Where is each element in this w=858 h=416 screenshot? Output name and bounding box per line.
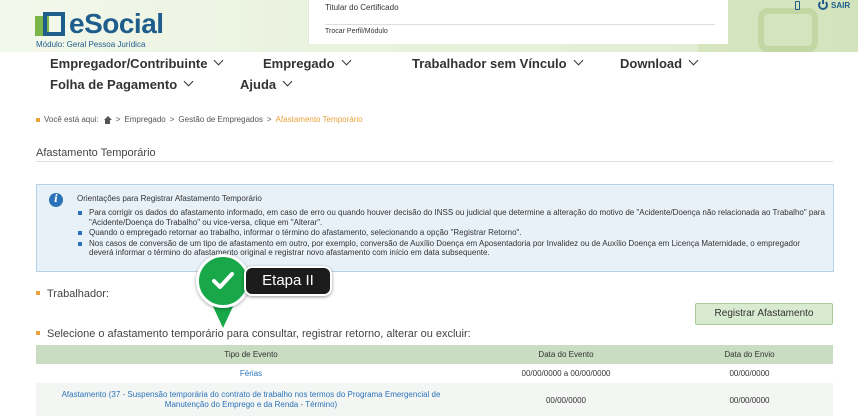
certificate-panel: Titular do Certificado Trocar Perfil/Mód… <box>308 0 728 44</box>
column-header-event-type[interactable]: Tipo de Evento <box>36 345 466 364</box>
leave-table: Tipo de Evento Data do Evento Data do En… <box>36 345 833 416</box>
chevron-down-icon <box>214 55 224 66</box>
bullet-icon <box>36 331 40 335</box>
nav-item-trabalhador-sem-vinculo[interactable]: Trabalhador sem Vínculo <box>412 55 584 71</box>
breadcrumb-separator: > <box>169 115 175 124</box>
cell-send-date: 00/00/0000 <box>729 395 770 405</box>
chevron-down-icon <box>688 55 699 66</box>
guidance-list: Para corrigir os dados do afastamento in… <box>77 208 825 259</box>
site-header: eSocial Módulo: Geral Pessoa Jurídica Ti… <box>0 0 858 52</box>
guidance-panel: i Orientações para Registrar Afastamento… <box>36 184 834 272</box>
nav-item-empregado[interactable]: Empregado <box>263 55 351 71</box>
guidance-title: Orientações para Registrar Afastamento T… <box>77 194 262 203</box>
guidance-item: Quando o empregado retornar ao trabalho,… <box>77 228 825 238</box>
home-icon[interactable] <box>103 115 112 124</box>
page-title: Afastamento Temporário <box>36 147 156 159</box>
bullet-icon <box>36 291 40 295</box>
breadcrumb-gestao[interactable]: Gestão de Empregados <box>178 115 263 124</box>
logo-mark-icon <box>33 10 67 38</box>
cell-send-date: 00/00/0000 <box>729 369 770 378</box>
chevron-down-icon <box>573 55 584 66</box>
chevron-down-icon <box>183 76 194 87</box>
check-icon <box>212 272 234 289</box>
cell-event-date: 00/00/0000 <box>545 395 587 405</box>
certificate-holder-label: Titular do Certificado <box>325 3 399 12</box>
breadcrumb-current: Afastamento Temporário <box>275 115 363 124</box>
settings-icon[interactable] <box>795 1 800 10</box>
breadcrumb-prefix: Você está aqui: <box>44 115 99 124</box>
chevron-down-icon <box>341 55 351 66</box>
nav-item-folha-de-pagamento[interactable]: Folha de Pagamento <box>50 76 194 92</box>
logo-text: eSocial <box>69 8 164 39</box>
breadcrumb: Você está aqui: > Empregado > Gestão de … <box>36 115 363 124</box>
table-row[interactable]: Férias 00/00/0000 a 00/00/0000 00/00/000… <box>36 364 833 383</box>
header-decoration-frame <box>758 8 818 52</box>
exit-button[interactable]: SAIR <box>818 0 850 10</box>
breadcrumb-empregado[interactable]: Empregado <box>124 115 165 124</box>
cell-event-type[interactable]: Férias <box>36 369 466 378</box>
cell-event-type[interactable]: Afastamento (37 - Suspensão temporária d… <box>36 390 466 410</box>
table-header: Tipo de Evento Data do Evento Data do En… <box>36 345 833 364</box>
column-header-send-date[interactable]: Data do Envio <box>666 345 833 364</box>
certificate-divider <box>325 24 715 25</box>
nav-item-download[interactable]: Download <box>620 55 699 71</box>
exit-label: SAIR <box>831 0 851 10</box>
breadcrumb-separator: > <box>115 115 121 124</box>
info-icon: i <box>49 193 63 207</box>
column-header-event-date[interactable]: Data do Evento <box>466 345 666 364</box>
nav-item-ajuda[interactable]: Ajuda <box>240 76 293 92</box>
step-label: Etapa II <box>244 266 332 296</box>
esocial-logo[interactable]: eSocial <box>33 10 164 38</box>
step-badge <box>196 254 250 308</box>
title-divider <box>36 161 833 162</box>
worker-section-label: Trabalhador: <box>36 288 109 300</box>
chevron-down-icon <box>282 76 293 87</box>
table-row[interactable]: Afastamento (37 - Suspensão temporária d… <box>36 383 833 416</box>
cell-event-date: 00/00/0000 a 00/00/0000 <box>521 369 611 378</box>
nav-item-empregador[interactable]: Empregador/Contribuinte <box>50 55 224 71</box>
power-icon <box>818 0 828 10</box>
bullet-icon <box>36 117 40 122</box>
select-section-label: Selecione o afastamento temporário para … <box>36 328 471 340</box>
guidance-item: Para corrigir os dados do afastamento in… <box>77 208 825 227</box>
guidance-item: Nos casos de conversão de um tipo de afa… <box>77 239 825 258</box>
register-leave-button[interactable]: Registrar Afastamento <box>695 303 833 325</box>
change-profile-link[interactable]: Trocar Perfil/Módulo <box>325 28 388 35</box>
breadcrumb-separator: > <box>266 115 272 124</box>
module-label: Módulo: Geral Pessoa Jurídica <box>36 40 146 49</box>
